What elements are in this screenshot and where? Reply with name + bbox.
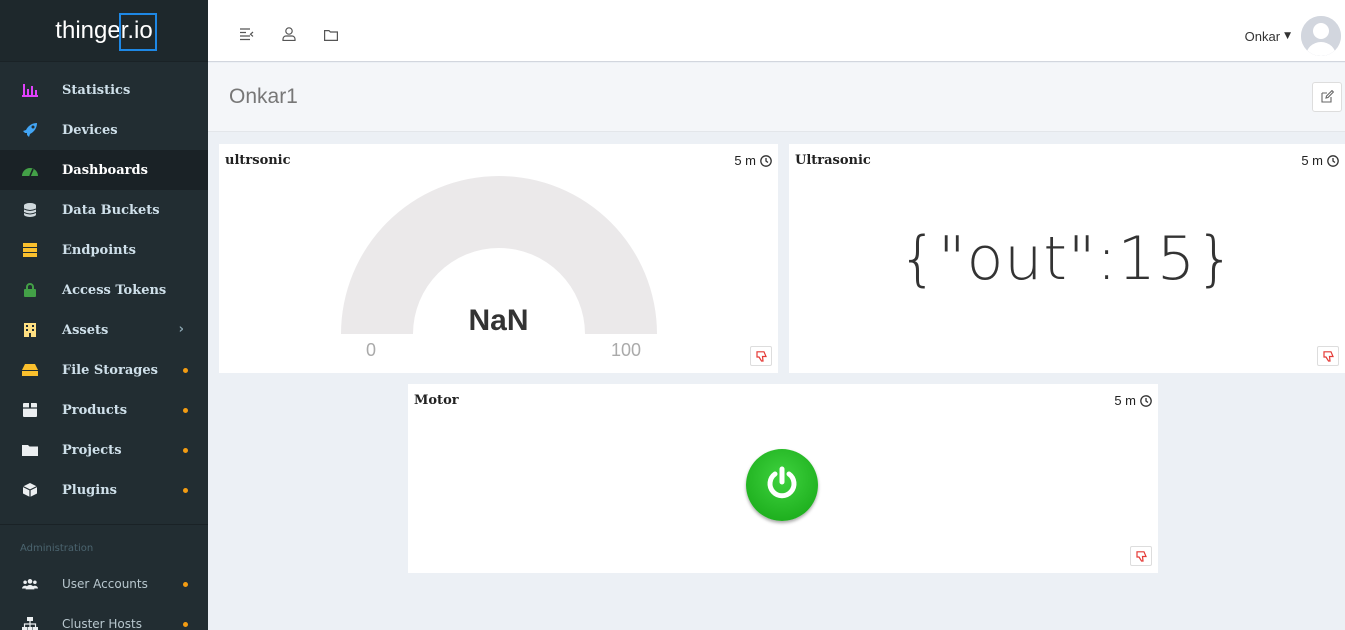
sidebar-item-assets[interactable]: Assets › [0,310,208,350]
sidebar-item-label: File Storages [62,362,158,378]
interval-label: 5 m [1301,153,1323,168]
interval-label: 5 m [1114,393,1136,408]
text-value: {"out":15} [898,224,1236,294]
logo-frame [119,13,157,51]
sidebar-item-label: Devices [62,122,118,138]
toggle-sidebar-icon[interactable] [240,26,256,41]
cube-icon [22,482,38,498]
interval-label: 5 m [734,153,756,168]
status-dot [183,488,188,493]
report-button[interactable] [1317,346,1339,366]
sidebar: thinger.io Statistics Devices Dashboards [0,0,208,630]
clock-icon [1140,394,1152,407]
box-icon [22,402,38,418]
status-dot [183,622,188,627]
top-toolbar [240,26,340,42]
sidebar-item-user-accounts[interactable]: User Accounts [0,564,208,604]
sidebar-item-endpoints[interactable]: Endpoints [0,230,208,270]
widget-title: Motor [414,393,459,408]
thumbs-down-icon [1322,347,1334,366]
widget-interval[interactable]: 5 m [734,153,772,168]
database-icon [22,202,38,218]
sidebar-item-label: Dashboards [62,162,148,178]
chart-icon [22,82,38,98]
gauge-max-label: 100 [611,340,642,360]
folder-icon [22,442,38,458]
status-dot [183,448,188,453]
sidebar-item-plugins[interactable]: Plugins [0,470,208,510]
text-widget: Ultrasonic 5 m {"out":15} [789,144,1345,373]
building-icon [22,322,38,338]
user-menu[interactable]: Onkar ▼ [1245,16,1341,56]
sidebar-item-label: Products [62,402,128,418]
report-button[interactable] [750,346,772,366]
sidebar-item-label: Endpoints [62,242,136,258]
dashboard-icon [22,162,38,178]
status-dot [183,368,188,373]
sidebar-item-label: Plugins [62,482,117,498]
sidebar-item-cluster-hosts[interactable]: Cluster Hosts [0,604,208,630]
sidebar-item-products[interactable]: Products [0,390,208,430]
users-icon [22,576,38,592]
gauge-value: NaN [468,304,529,337]
admin-section: Administration User Accounts Cluster Hos… [0,524,208,630]
hard-drive-icon [22,362,38,378]
chevron-right-icon: › [178,322,184,337]
sidebar-item-statistics[interactable]: Statistics [0,70,208,110]
gauge-widget: ultrsonic 5 m NaN 0 100 [219,144,778,373]
widget-title: Ultrasonic [795,153,871,168]
widget-interval[interactable]: 5 m [1114,393,1152,408]
thumbs-down-icon [755,347,767,366]
sidebar-item-devices[interactable]: Devices [0,110,208,150]
edit-icon [1320,88,1334,107]
sidebar-item-label: Data Buckets [62,202,160,218]
gauge-min-label: 0 [366,340,377,360]
widget-title: ultrsonic [225,153,291,168]
admin-header: Administration [20,543,94,554]
server-icon [22,242,38,258]
sidebar-item-label: Cluster Hosts [62,617,142,630]
caret-down-icon: ▼ [1284,31,1291,41]
clock-icon [1327,154,1339,167]
sidebar-item-label: Statistics [62,82,131,98]
widget-interval[interactable]: 5 m [1301,153,1339,168]
edit-dashboard-button[interactable] [1312,82,1342,112]
sidebar-item-label: Assets [62,322,109,338]
status-dot [183,408,188,413]
sidebar-item-projects[interactable]: Projects [0,430,208,470]
sidebar-item-dashboards[interactable]: Dashboards [0,150,208,190]
sidebar-item-label: User Accounts [62,577,148,591]
logo[interactable]: thinger.io [0,0,208,62]
thumbs-down-icon [1135,547,1147,566]
report-button[interactable] [1130,546,1152,566]
motor-power-button[interactable] [746,449,818,521]
sidebar-item-access-tokens[interactable]: Access Tokens [0,270,208,310]
main-menu: Statistics Devices Dashboards Data Bucke… [0,70,208,510]
lock-icon [22,282,38,298]
sidebar-item-file-storages[interactable]: File Storages [0,350,208,390]
power-icon [764,465,800,505]
folder-icon[interactable] [324,26,340,41]
motor-widget: Motor 5 m [408,384,1158,573]
network-icon [22,616,38,630]
clock-icon [760,154,772,167]
top-navbar: Onkar ▼ [208,0,1345,62]
user-icon[interactable] [282,26,298,42]
sidebar-item-data-buckets[interactable]: Data Buckets [0,190,208,230]
page-title: Onkar1 [229,85,298,108]
rocket-icon [22,122,38,138]
avatar[interactable] [1301,16,1341,56]
sidebar-item-label: Access Tokens [62,282,167,298]
user-name: Onkar [1244,28,1281,44]
sidebar-item-label: Projects [62,442,122,458]
dashboard-header: Onkar1 [208,63,1345,132]
status-dot [183,582,188,587]
